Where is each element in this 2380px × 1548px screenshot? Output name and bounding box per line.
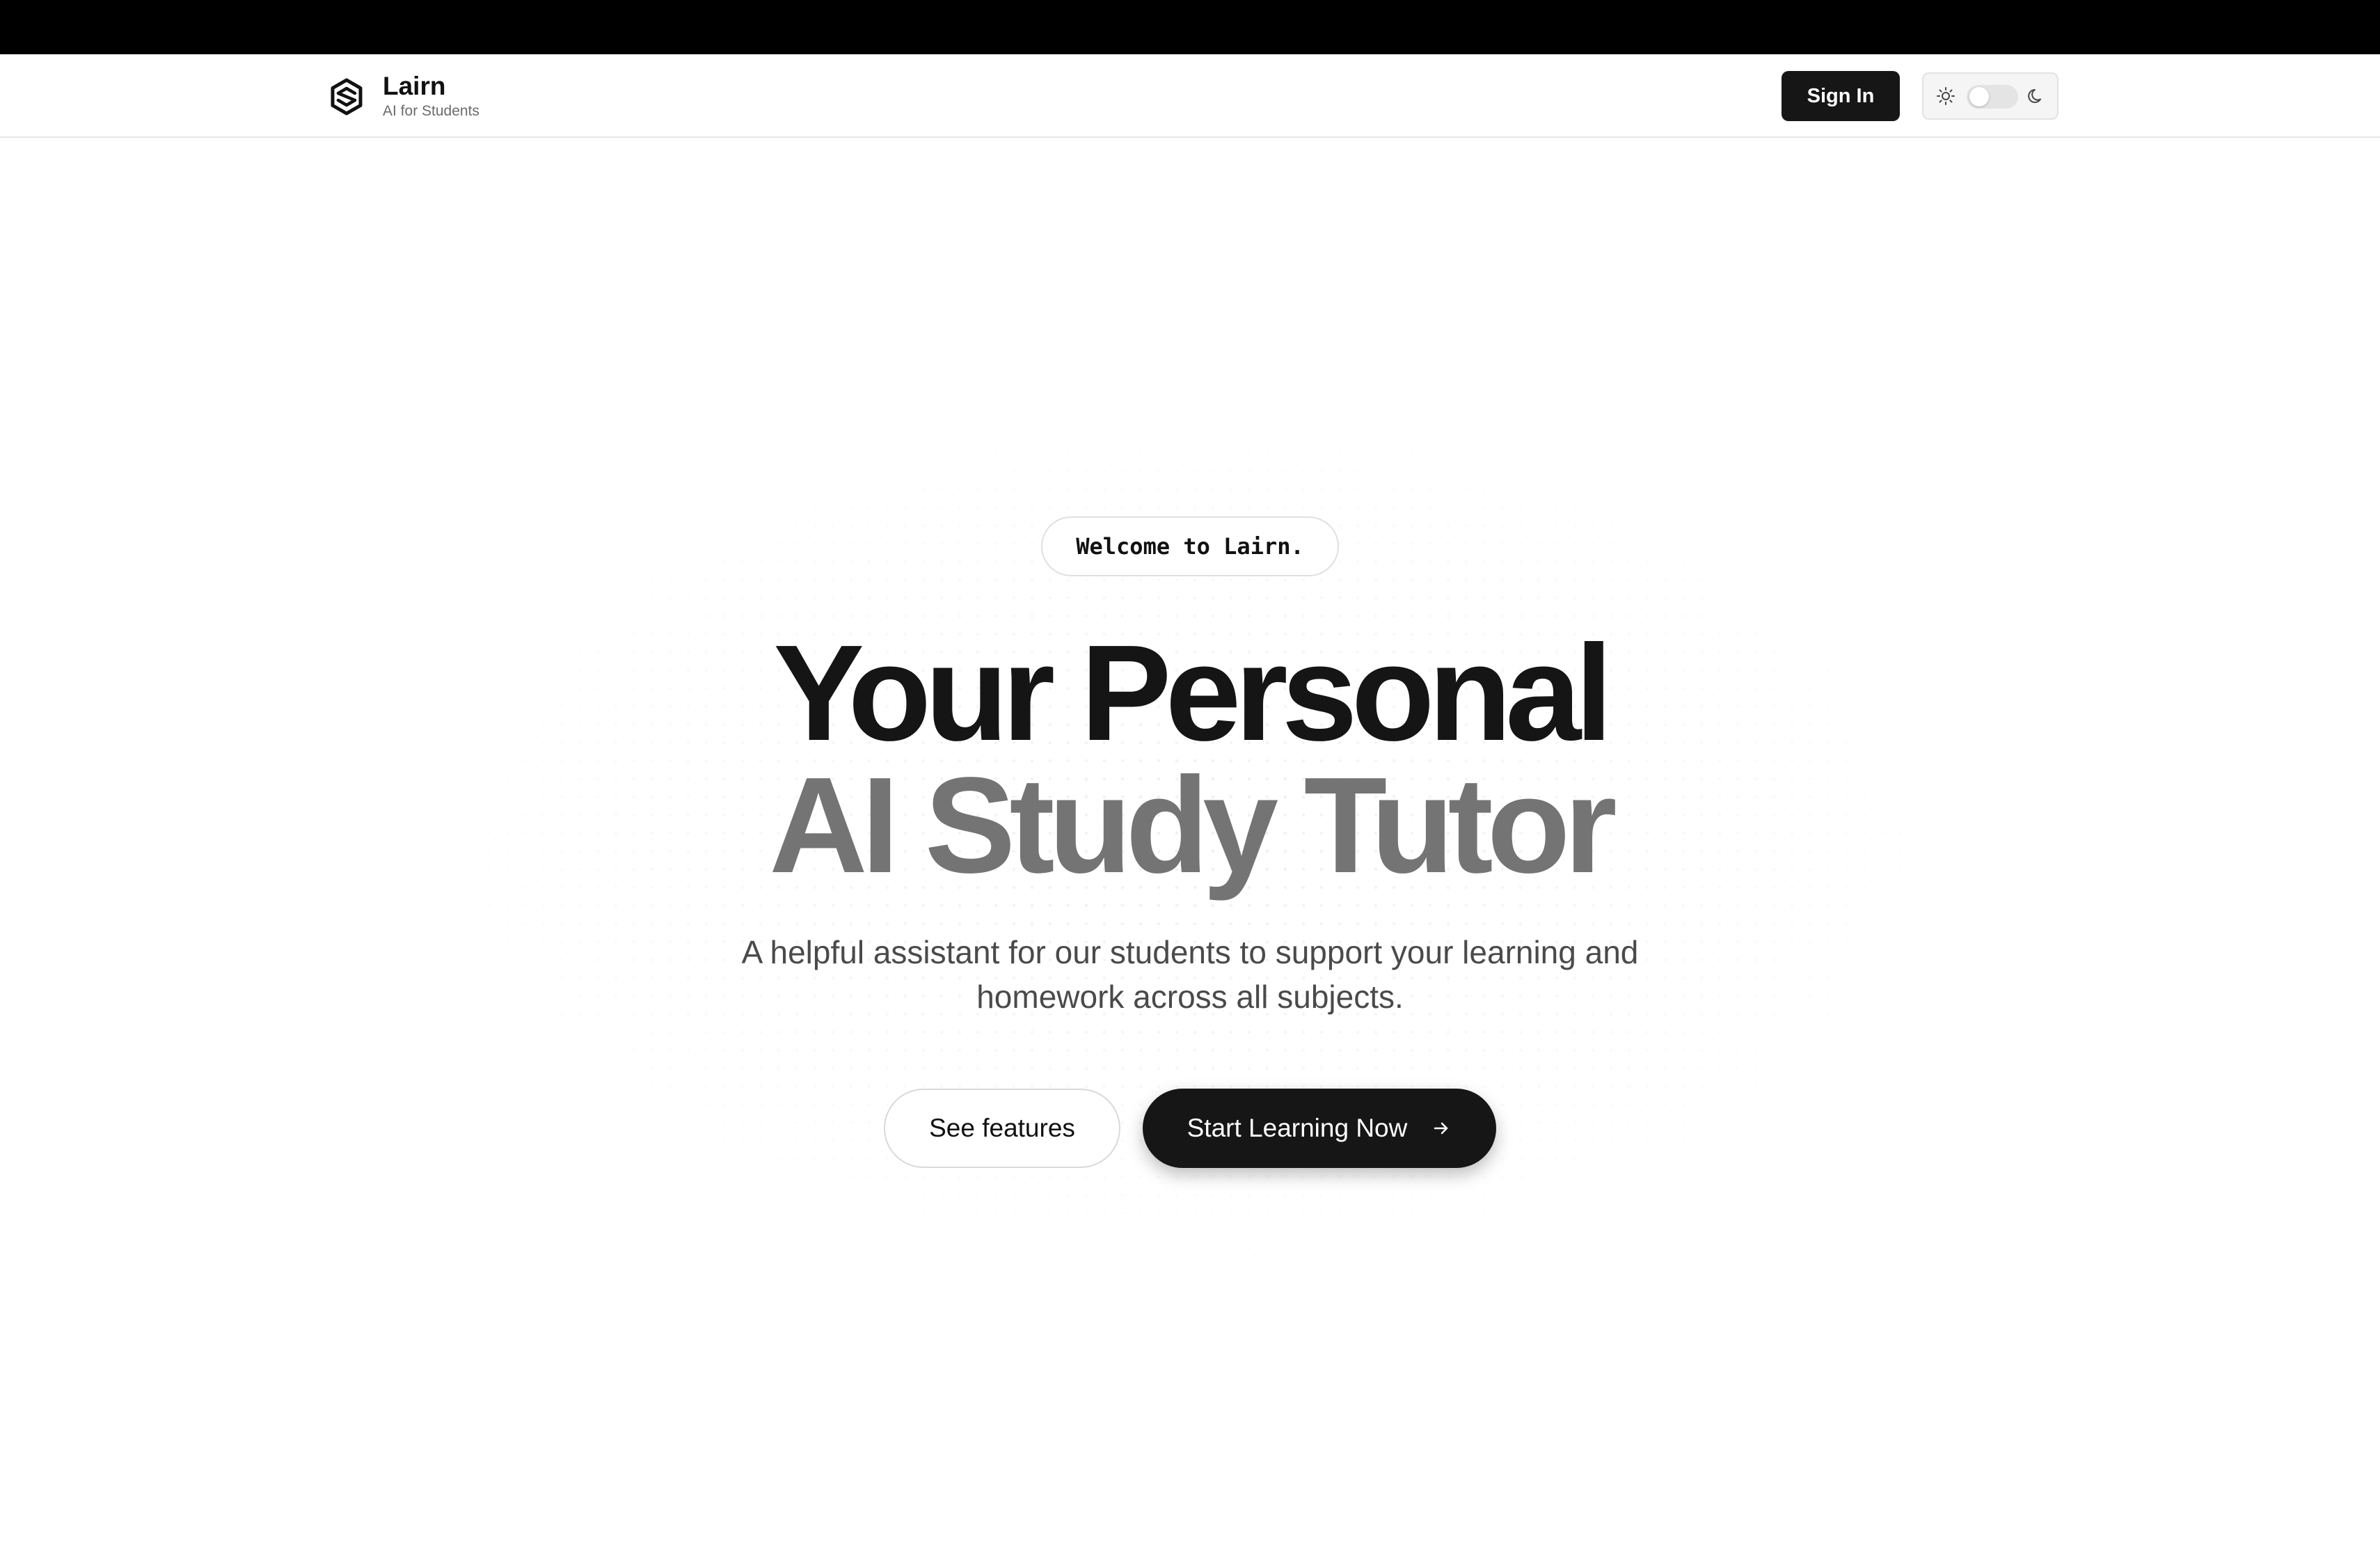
- site-header: Lairn AI for Students Sign In: [0, 54, 2380, 138]
- start-learning-button[interactable]: Start Learning Now: [1143, 1089, 1496, 1168]
- browser-top-bar: [0, 0, 2380, 54]
- theme-switch-track[interactable]: [1967, 85, 2018, 109]
- theme-switch-knob[interactable]: [1969, 87, 1989, 106]
- welcome-pill: Welcome to Lairn.: [1041, 516, 1339, 576]
- start-learning-label: Start Learning Now: [1187, 1114, 1408, 1142]
- theme-toggle[interactable]: [1922, 72, 2058, 120]
- hero-subtitle: A helpful assistant for our students to …: [703, 930, 1677, 1019]
- brand-subtitle: AI for Students: [383, 103, 479, 119]
- brand[interactable]: Lairn AI for Students: [327, 72, 479, 121]
- see-features-button[interactable]: See features: [884, 1089, 1120, 1168]
- headline-secondary: AI Study Tutor: [769, 749, 1617, 901]
- hexagon-logo-icon: [331, 78, 363, 116]
- sun-icon: [1937, 87, 1955, 105]
- sign-in-button[interactable]: Sign In: [1782, 71, 1900, 121]
- brand-name: Lairn: [383, 72, 446, 100]
- arrow-right-icon: [1434, 1122, 1448, 1135]
- headline-primary: Your Personal: [773, 617, 1612, 769]
- moon-icon: [2028, 89, 2041, 103]
- see-features-label: See features: [929, 1114, 1075, 1142]
- hero-subtitle-line-2: homework across all subjects.: [976, 979, 1404, 1015]
- hero-subtitle-line-1: A helpful assistant for our students to …: [741, 934, 1639, 970]
